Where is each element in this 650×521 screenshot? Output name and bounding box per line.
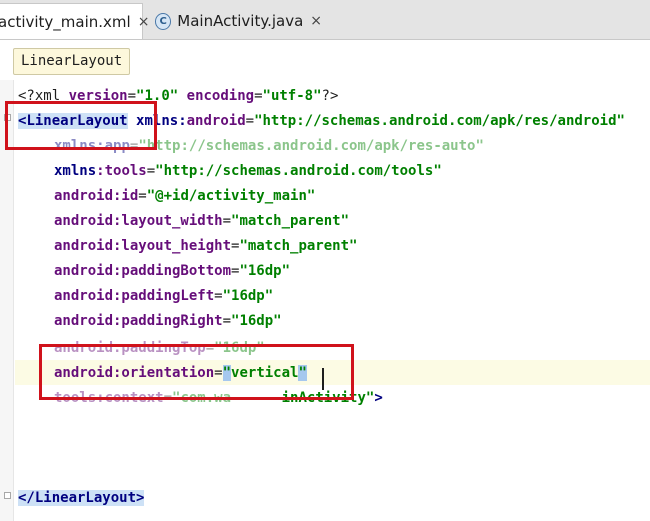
code-line-padding-bottom[interactable]: android:paddingBottom="16dp" — [18, 259, 290, 284]
tab-activity-main-xml[interactable]: activity_main.xml × — [0, 3, 149, 39]
fold-marker-icon[interactable] — [4, 492, 11, 499]
close-icon[interactable]: × — [310, 13, 322, 29]
tab-label: activity_main.xml — [0, 12, 131, 31]
code-line-padding-left[interactable]: android:paddingLeft="16dp" — [18, 284, 273, 309]
code-line-root-close-tag[interactable]: </LinearLayout> — [18, 486, 145, 511]
code-line-android-id[interactable]: android:id="@+id/activity_main" — [18, 184, 315, 209]
editor-tab-bar: activity_main.xml × C MainActivity.java … — [0, 0, 650, 40]
breadcrumb-linear-layout[interactable]: LinearLayout — [13, 48, 131, 75]
tab-label: MainActivity.java — [177, 12, 304, 30]
tab-main-activity-java[interactable]: C MainActivity.java × — [147, 3, 322, 39]
code-line-padding-right[interactable]: android:paddingRight="16dp" — [18, 309, 282, 334]
annotation-box-orientation — [39, 344, 354, 400]
breadcrumb-bar: LinearLayout — [0, 40, 650, 80]
code-editor[interactable]: <?xml version="1.0" encoding="utf-8"?> <… — [0, 80, 650, 521]
java-class-icon: C — [155, 12, 172, 30]
code-line-xmlns-tools[interactable]: xmlns:tools="http://schemas.android.com/… — [18, 159, 442, 184]
code-line-layout-height[interactable]: android:layout_height="match_parent" — [18, 234, 357, 259]
annotation-box-linear-layout — [5, 101, 157, 150]
code-line-layout-width[interactable]: android:layout_width="match_parent" — [18, 209, 349, 234]
